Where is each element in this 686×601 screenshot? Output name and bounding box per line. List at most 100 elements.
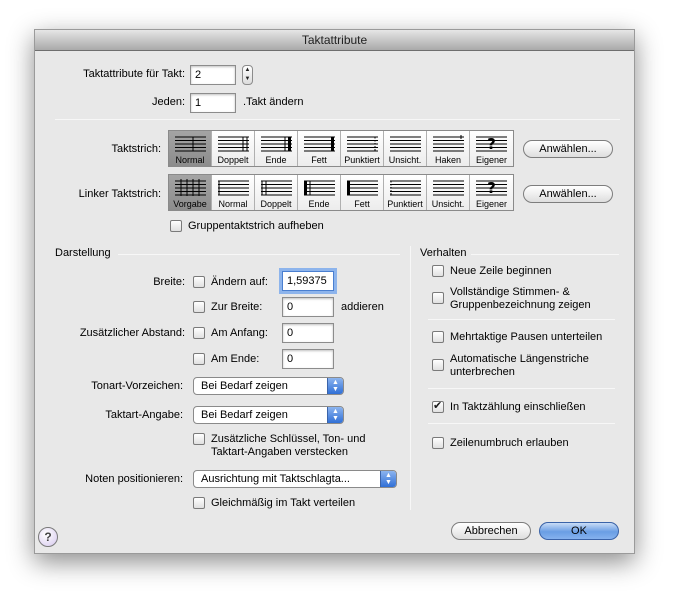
help-button[interactable]: ? [38,527,58,547]
popup-arrows-icon: ▲ ▼ [380,471,396,487]
neue-zeile-label: Neue Zeile beginnen [450,265,552,277]
in-taktzaehlung-checkbox[interactable] [432,399,444,413]
tonart-label: Tonart-Vorzeichen: [91,380,183,392]
linker-ende-label: Ende [308,199,330,209]
jeden-suffix: .Takt ändern [243,96,304,108]
am-anfang-label: Am Anfang: [211,327,268,339]
taktstrich-label: Taktstrich: [111,143,161,155]
verstecken-label-line1: Zusätzliche Schlüssel, Ton- und [211,433,366,445]
taktstrich-haken-button[interactable]: Haken [427,131,470,166]
linker-vorgabe-button[interactable]: Vorgabe [169,175,212,210]
tonart-value: Bei Bedarf zeigen [201,380,288,392]
in-taktzaehlung-label: In Taktzählung einschließen [450,401,586,413]
noten-value: Ausrichtung mit Taktschlagta... [201,473,350,485]
taktattribute-dialog: Taktattribute Taktattribute für Takt: 2 … [34,29,635,554]
taktstrich-unsicht-button[interactable]: Unsicht. [384,131,427,166]
verhalten-separator [471,254,619,255]
vollstaendige-label-line2: Gruppenbezeichnung zeigen [450,299,591,311]
linker-normal-button[interactable]: Normal [212,175,255,210]
taktstrich-fett-button[interactable]: Fett [298,131,341,166]
separator [55,119,620,120]
linker-doppelt-label: Doppelt [260,199,292,209]
takt-label: Taktattribute für Takt: [83,68,185,80]
linker-eigener-button[interactable]: ? Eigener [470,175,513,210]
taktstrich-eigener-label: Eigener [475,155,508,165]
verhalten-divider [428,319,615,320]
takt-number-input[interactable]: 2 [190,65,236,85]
linker-doppelt-button[interactable]: Doppelt [255,175,298,210]
taktstrich-select-button[interactable]: Anwählen... [523,140,613,158]
addieren-label: addieren [341,301,384,313]
verhalten-divider [428,388,615,389]
zur-breite-input[interactable]: 0 [282,297,334,317]
dialog-title: Taktattribute [35,30,634,51]
aendern-auf-input[interactable]: 1,59375 [282,271,334,291]
aendern-auf-label: Ändern auf: [211,276,268,288]
linker-taktstrich-label: Linker Taktstrich: [78,188,161,200]
jeden-label: Jeden: [151,96,185,108]
taktstrich-normal-button[interactable]: Normal [169,131,212,166]
takt-stepper[interactable]: ▲ ▼ [242,65,253,85]
am-ende-input[interactable]: 0 [282,349,334,369]
linker-ende-button[interactable]: Ende [298,175,341,210]
am-anfang-checkbox[interactable] [193,327,205,339]
taktart-label: Taktart-Angabe: [105,409,183,421]
linker-punktiert-button[interactable]: Punktiert [384,175,427,210]
gleichmaessig-checkbox[interactable] [193,497,205,509]
am-ende-checkbox[interactable] [193,353,205,365]
automatische-checkbox[interactable] [432,359,444,371]
taktstrich-ende-label: Ende [265,155,287,165]
tonart-popup[interactable]: Bei Bedarf zeigen ▲ ▼ [193,377,344,395]
am-ende-label: Am Ende: [211,353,260,365]
automatische-label-line1: Automatische Längenstriche [450,353,589,365]
mehrtaktige-checkbox[interactable] [432,331,444,343]
taktstrich-fett-label: Fett [311,155,327,165]
noten-label: Noten positionieren: [85,473,183,485]
verstecken-checkbox[interactable] [193,433,205,445]
aendern-auf-checkbox[interactable] [193,276,205,288]
taktstrich-normal-label: Normal [175,155,205,165]
svg-text:?: ? [487,179,496,196]
taktstrich-eigener-button[interactable]: ? Eigener [470,131,513,166]
taktart-popup[interactable]: Bei Bedarf zeigen ▲ ▼ [193,406,344,424]
taktstrich-ende-button[interactable]: Ende [255,131,298,166]
zeilenumbruch-checkbox[interactable] [432,437,444,449]
gruppentaktstrich-checkbox[interactable] [170,220,182,232]
zur-breite-label: Zur Breite: [211,301,263,313]
darstellung-title: Darstellung [55,247,111,259]
am-anfang-input[interactable]: 0 [282,323,334,343]
linker-eigener-label: Eigener [475,199,508,209]
vertical-separator [410,246,411,510]
linker-unsicht-button[interactable]: Unsicht. [427,175,470,210]
svg-text:?: ? [487,135,496,152]
zusaetzlicher-abstand-label: Zusätzlicher Abstand: [79,327,185,339]
linker-vorgabe-label: Vorgabe [173,199,207,209]
cancel-button[interactable]: Abbrechen [451,522,531,540]
linker-taktstrich-buttons: Vorgabe Normal Doppelt Ende Fett Punktie… [168,174,514,211]
verstecken-label-line2: Taktart-Angaben verstecken [211,446,348,458]
jeden-input[interactable]: 1 [190,93,236,113]
popup-arrows-icon: ▲ ▼ [327,378,343,394]
ok-button[interactable]: OK [539,522,619,540]
taktstrich-doppelt-label: Doppelt [217,155,249,165]
linker-punktiert-label: Punktiert [387,199,423,209]
zeilenumbruch-label: Zeilenumbruch erlauben [450,437,569,449]
noten-popup[interactable]: Ausrichtung mit Taktschlagta... ▲ ▼ [193,470,397,488]
taktstrich-buttons: Normal Doppelt Ende Fett Punktiert Unsic… [168,130,514,167]
vollstaendige-checkbox[interactable] [432,292,444,304]
taktstrich-punktiert-button[interactable]: Punktiert [341,131,384,166]
taktstrich-haken-label: Haken [434,155,461,165]
neue-zeile-checkbox[interactable] [432,265,444,277]
vollstaendige-label-line1: Vollständige Stimmen- & [450,286,570,298]
gruppentaktstrich-label: Gruppentaktstrich aufheben [188,220,324,232]
linker-unsicht-label: Unsicht. [431,199,465,209]
automatische-label-line2: unterbrechen [450,366,515,378]
mehrtaktige-label: Mehrtaktige Pausen unterteilen [450,331,603,343]
gleichmaessig-label: Gleichmäßig im Takt verteilen [211,497,356,509]
linker-fett-button[interactable]: Fett [341,175,384,210]
linker-select-button[interactable]: Anwählen... [523,185,613,203]
taktstrich-doppelt-button[interactable]: Doppelt [212,131,255,166]
taktart-value: Bei Bedarf zeigen [201,409,288,421]
zur-breite-checkbox[interactable] [193,301,205,313]
verhalten-divider [428,423,615,424]
